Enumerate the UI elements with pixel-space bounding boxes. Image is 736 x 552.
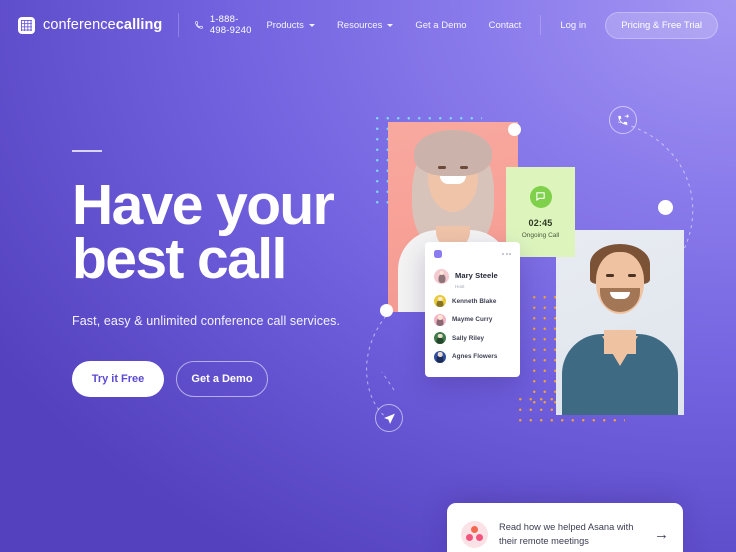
- grid-logo-icon: [18, 16, 35, 34]
- app-square-icon: [434, 250, 442, 258]
- nav-item-resources[interactable]: Resources: [326, 14, 404, 37]
- header-divider: [178, 13, 180, 37]
- chevron-down-icon: [308, 23, 315, 27]
- arrow-right-icon[interactable]: →: [650, 526, 669, 543]
- phone-forward-icon: [617, 114, 629, 125]
- participant-name: Kenneth Blake: [452, 297, 497, 305]
- case-study-card[interactable]: Read how we helped Asana with their remo…: [447, 503, 683, 552]
- decorative-dot: [658, 200, 673, 215]
- brand-name-light: conference: [43, 17, 116, 33]
- nav-label: Get a Demo: [415, 19, 467, 31]
- participant-name: Mayme Curry: [452, 316, 493, 323]
- decorative-dot: [380, 304, 393, 317]
- avatar: [434, 269, 449, 285]
- main-nav: Products Resources Get a Demo Contact Lo…: [255, 11, 718, 39]
- avatar: [434, 295, 446, 307]
- get-a-demo-button[interactable]: Get a Demo: [176, 361, 268, 398]
- hero-copy: Have your best call Fast, easy & unlimit…: [72, 150, 402, 398]
- nav-item-products[interactable]: Products: [255, 14, 326, 37]
- list-item[interactable]: Agnes Flowers: [434, 350, 511, 363]
- participant-role: Host: [455, 283, 465, 289]
- chevron-down-icon: [387, 23, 394, 27]
- asana-logo-icon: [461, 520, 488, 548]
- try-it-free-button[interactable]: Try it Free: [72, 361, 164, 398]
- participants-card-header: [434, 250, 511, 258]
- list-item[interactable]: Sally Riley: [434, 332, 511, 344]
- pricing-free-trial-button[interactable]: Pricing & Free Trial: [605, 11, 718, 39]
- phone-icon: [195, 21, 203, 29]
- phone-number: 1-888-498-9240: [209, 14, 252, 36]
- avatar: [434, 313, 446, 326]
- more-options-icon[interactable]: [502, 253, 511, 255]
- nav-label: Resources: [336, 19, 383, 31]
- decorative-dot: [508, 123, 521, 136]
- participant-name: Agnes Flowers: [452, 353, 498, 360]
- send-icon: [383, 413, 395, 424]
- participants-card: Mary Steele Host Kenneth Blake Mayme Cur…: [425, 242, 520, 377]
- avatar: [434, 332, 446, 344]
- nav-item-contact[interactable]: Contact: [478, 14, 533, 37]
- hero-buttons: Try it Free Get a Demo: [72, 361, 402, 398]
- phone-forward-badge: [609, 106, 637, 134]
- headline-line-2: best call: [72, 227, 287, 292]
- brand-name-bold: calling: [115, 17, 163, 33]
- participant-name: Sally Riley: [452, 334, 485, 342]
- brand-logo[interactable]: conferencecalling: [18, 16, 162, 34]
- hero-page: conferencecalling 1-888-498-9240 Product…: [0, 0, 736, 552]
- nav-label: Products: [266, 19, 304, 31]
- login-label: Log in: [560, 19, 587, 31]
- chat-bubble-icon: [529, 185, 552, 208]
- list-item[interactable]: Mayme Curry: [434, 313, 511, 326]
- nav-label: Contact: [488, 19, 522, 31]
- call-status: Ongoing Call: [521, 231, 560, 239]
- hero-subhead: Fast, easy & unlimited conference call s…: [72, 314, 341, 329]
- page-title: Have your best call: [72, 177, 402, 292]
- list-item[interactable]: Mary Steele Host: [434, 265, 511, 289]
- login-link[interactable]: Log in: [549, 14, 597, 37]
- participant-name: Mary Steele: [455, 271, 498, 280]
- hero-illustration: 02:45 Ongoing Call Mary Steele Host Kenn…: [360, 100, 720, 450]
- list-item[interactable]: Kenneth Blake: [434, 295, 511, 307]
- nav-divider: [540, 15, 542, 35]
- brand-name: conferencecalling: [43, 17, 162, 33]
- send-badge: [375, 404, 403, 432]
- phone-link[interactable]: 1-888-498-9240: [195, 14, 255, 36]
- photo-man: [556, 230, 684, 415]
- case-study-text: Read how we helped Asana with their remo…: [499, 521, 634, 546]
- call-timer: 02:45: [528, 217, 553, 228]
- avatar: [434, 350, 446, 363]
- accent-rule: [72, 150, 102, 152]
- site-header: conferencecalling 1-888-498-9240 Product…: [0, 0, 736, 50]
- nav-item-get-a-demo[interactable]: Get a Demo: [404, 14, 477, 37]
